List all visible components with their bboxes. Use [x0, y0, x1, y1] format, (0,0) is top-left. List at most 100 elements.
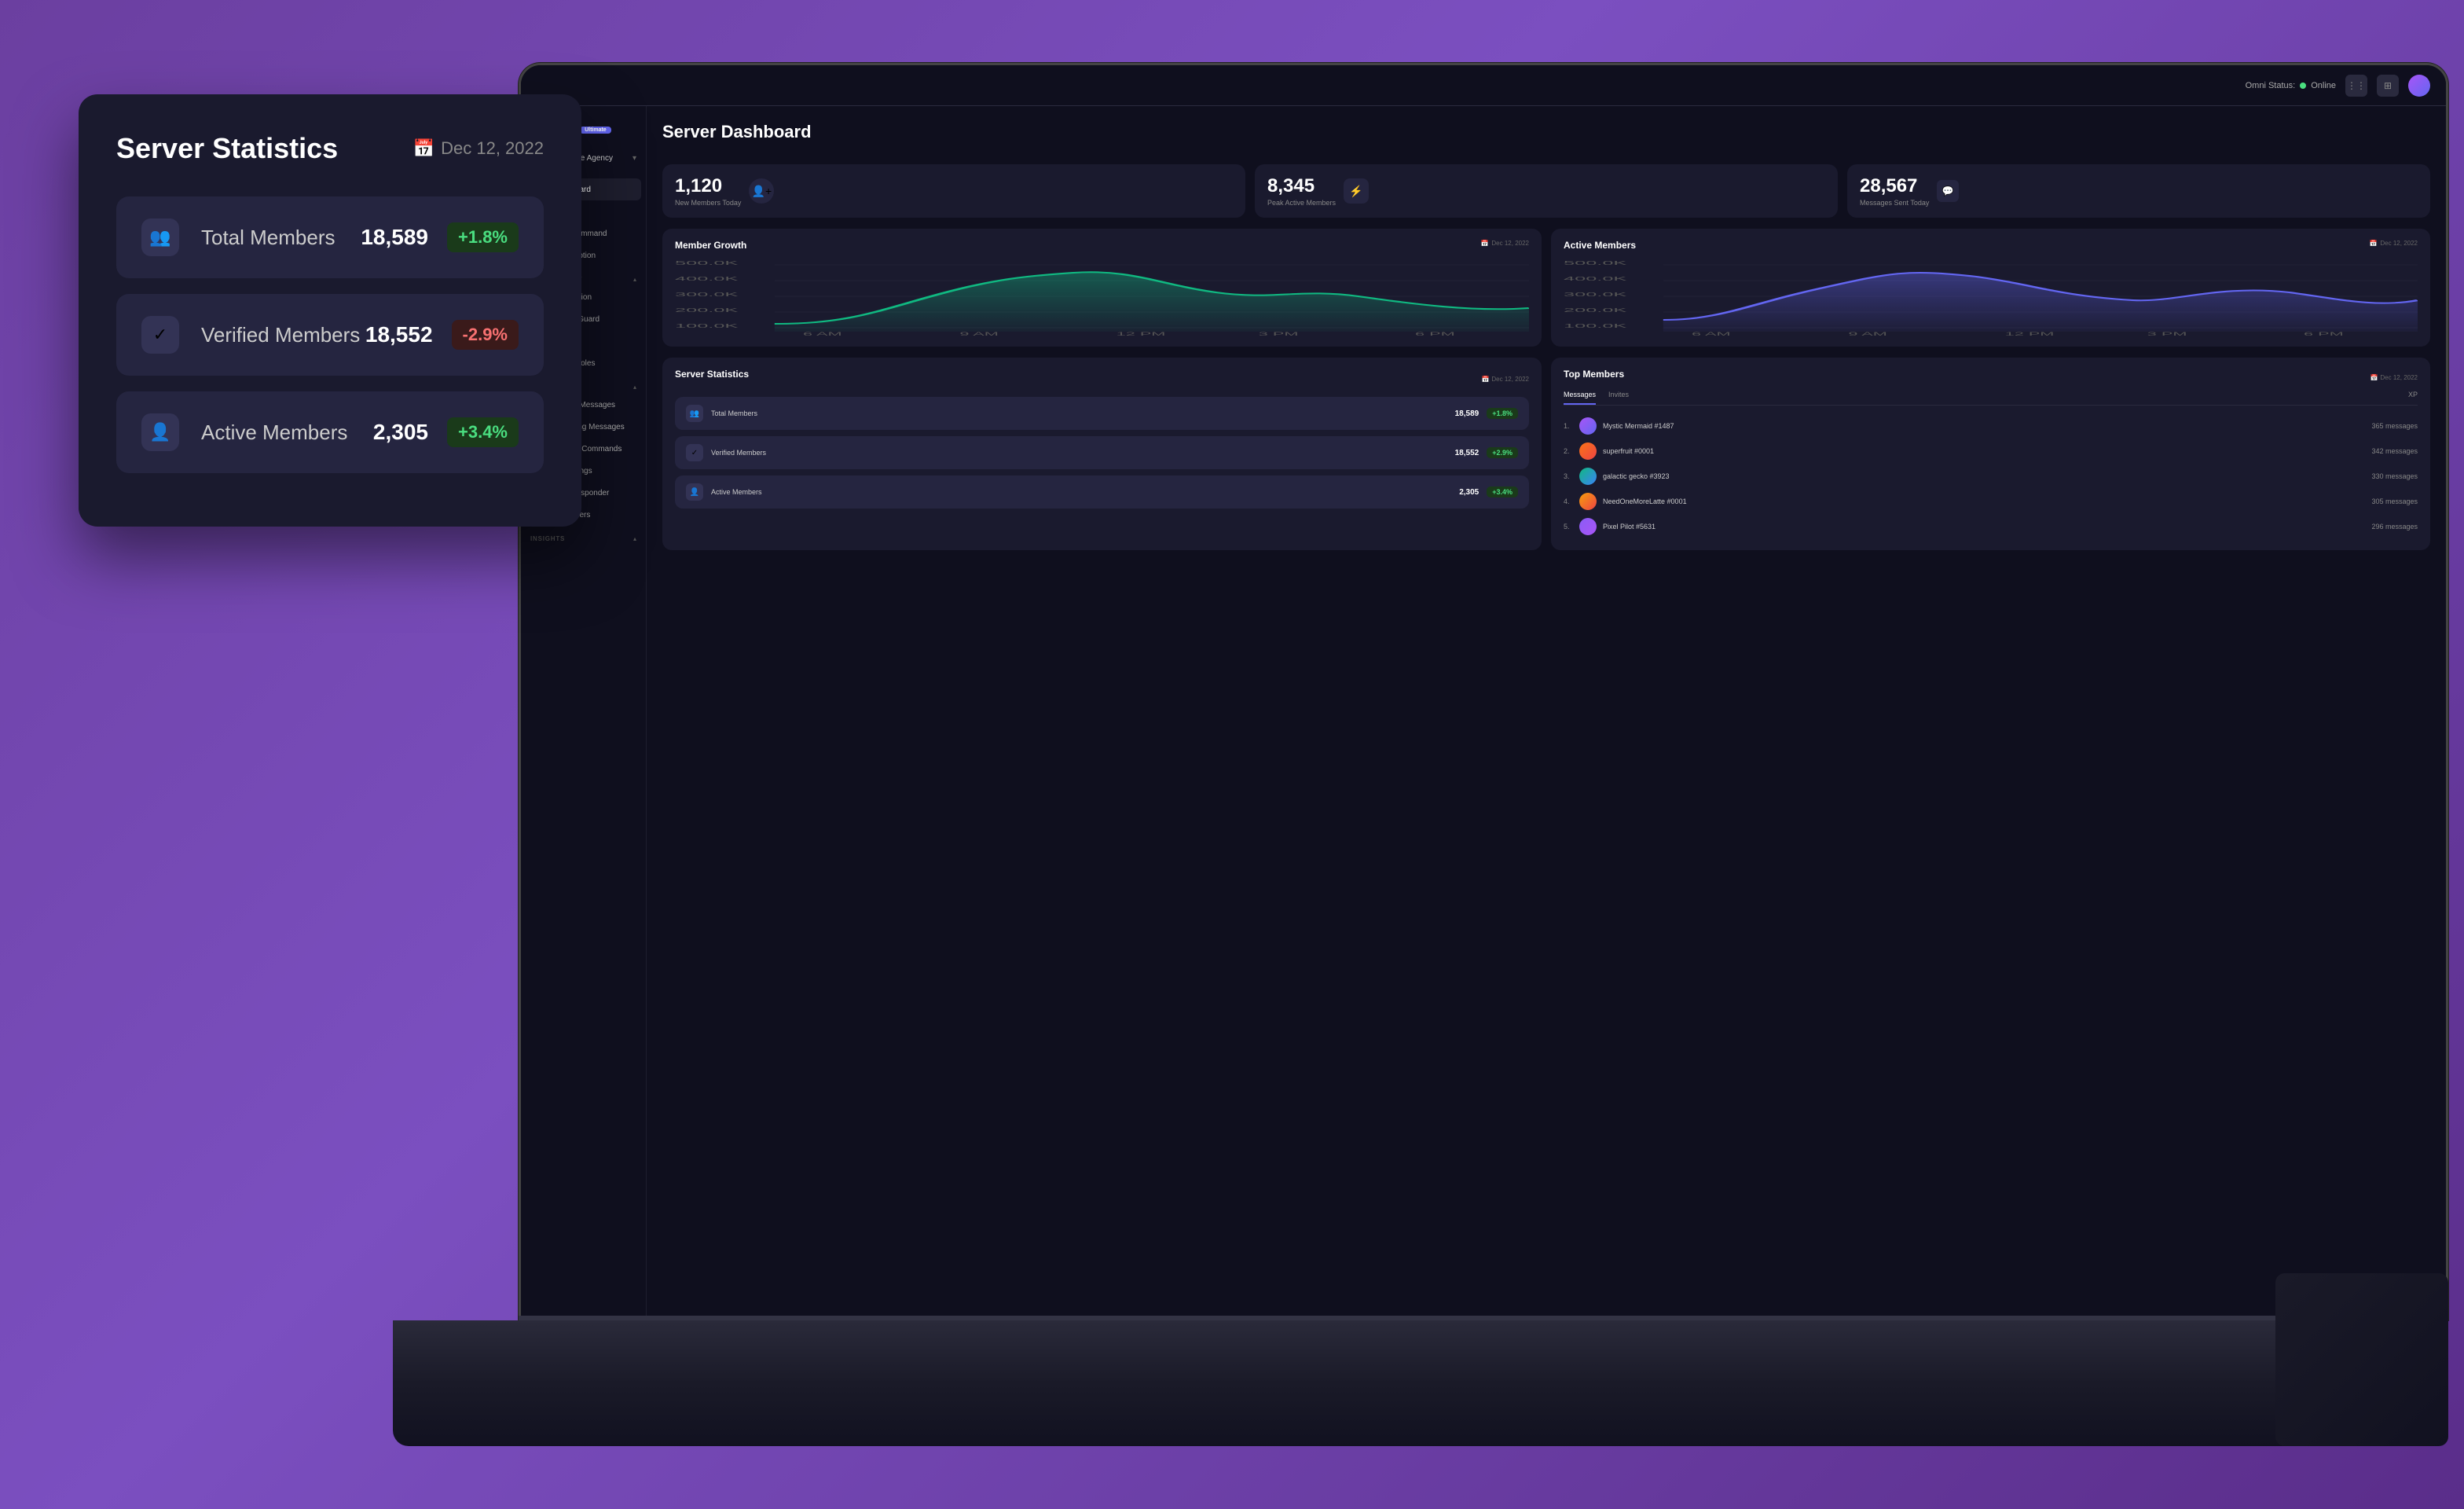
- server-stat-total-label: Total Members: [711, 409, 1455, 417]
- member-row-2: 2. superfruit #0001 342 messages: [1564, 439, 2418, 464]
- active-members-icon: 👤: [141, 413, 179, 451]
- tab-xp[interactable]: XP: [2408, 391, 2418, 405]
- stat-card-peak: 8,345 Peak Active Members ⚡: [1255, 164, 1838, 218]
- laptop-screen: Omni Status: Online ⋮⋮ ⊞: [519, 63, 2448, 1320]
- charts-row: Member Growth 📅 Dec 12, 2022: [662, 229, 2430, 347]
- floating-card-date: 📅 Dec 12, 2022: [413, 138, 544, 159]
- stat-card-messages: 28,567 Messages Sent Today 💬: [1847, 164, 2430, 218]
- top-members-title: Top Members: [1564, 369, 1624, 380]
- new-members-value: 1,120: [675, 175, 741, 197]
- member-stat-3: 330 messages: [2371, 472, 2418, 480]
- stat-card-new-members: 1,120 New Members Today 👤+: [662, 164, 1245, 218]
- server-stat-verified-label: Verified Members: [711, 449, 1455, 457]
- verified-members-badge: -2.9%: [452, 320, 519, 350]
- calendar-icon: 📅: [413, 138, 434, 159]
- insights-section-header: INSIGHTS ▴: [521, 526, 646, 545]
- rank-2: 2.: [1564, 447, 1573, 455]
- top-members-card: Top Members 📅 Dec 12, 2022 Messages Invi…: [1551, 358, 2430, 550]
- new-members-label: New Members Today: [675, 199, 741, 207]
- utilities-collapse-icon[interactable]: ▴: [633, 384, 636, 391]
- dashboard-main: Server Dashboard 1,120 New Members Today…: [647, 106, 2446, 1318]
- calendar-icon-3: 📅: [1481, 376, 1489, 383]
- status-dot: [2300, 83, 2306, 89]
- svg-text:500.0K: 500.0K: [675, 260, 739, 266]
- member-row-3: 3. galactic gecko #3923 330 messages: [1564, 464, 2418, 489]
- svg-text:3 PM: 3 PM: [1259, 332, 1299, 336]
- server-stat-verified-icon: ✓: [686, 444, 703, 461]
- grid-icon[interactable]: ⊞: [2377, 75, 2399, 97]
- svg-text:100.0K: 100.0K: [1564, 323, 1627, 329]
- status-text: Omni Status:: [2246, 81, 2296, 90]
- member-stat-1: 365 messages: [2371, 422, 2418, 430]
- avatar-4: [1579, 493, 1597, 510]
- member-stat-2: 342 messages: [2371, 447, 2418, 455]
- active-members-value: 2,305: [373, 420, 428, 445]
- verified-members-value: 18,552: [365, 322, 433, 347]
- peak-members-value: 8,345: [1267, 175, 1336, 197]
- stat-row-active: 👤 Active Members 2,305 +3.4%: [116, 391, 544, 473]
- active-members-label: Active Members: [201, 420, 373, 445]
- user-avatar[interactable]: [2408, 75, 2430, 97]
- member-name-1: Mystic Mermaid #1487: [1603, 422, 2365, 430]
- server-stat-active-value: 2,305: [1459, 488, 1479, 497]
- insights-label: INSIGHTS: [530, 535, 565, 542]
- laptop-wrapper: Omni Status: Online ⋮⋮ ⊞: [393, 63, 2448, 1446]
- avatar-1: [1579, 417, 1597, 435]
- topbar: Omni Status: Online ⋮⋮ ⊞: [521, 65, 2446, 106]
- dashboard-title: Server Dashboard: [662, 122, 812, 142]
- member-row-5: 5. Pixel Pilot #5631 296 messages: [1564, 514, 2418, 539]
- messages-value: 28,567: [1860, 175, 1929, 197]
- server-chevron-icon: ▾: [632, 154, 636, 163]
- total-members-label: Total Members: [201, 226, 361, 250]
- bottom-row: Server Statistics 📅 Dec 12, 2022 👥 Total…: [662, 358, 2430, 550]
- svg-text:6 PM: 6 PM: [1415, 332, 1455, 336]
- tab-invites[interactable]: Invites: [1608, 391, 1629, 405]
- member-stat-4: 305 messages: [2371, 497, 2418, 505]
- svg-text:500.0K: 500.0K: [1564, 260, 1627, 266]
- server-stats-date: 📅 Dec 12, 2022: [1481, 376, 1529, 383]
- svg-text:400.0K: 400.0K: [675, 276, 739, 282]
- peak-icon: ⚡: [1344, 178, 1369, 204]
- server-stat-verified-badge: +2.9%: [1487, 447, 1518, 458]
- member-growth-date: 📅 Dec 12, 2022: [1480, 240, 1529, 247]
- members-tabs: Messages Invites XP: [1564, 391, 2418, 406]
- app-logo-badge: Ultimate: [580, 127, 611, 134]
- rank-1: 1.: [1564, 422, 1573, 430]
- svg-text:12 PM: 12 PM: [1116, 332, 1166, 336]
- svg-text:200.0K: 200.0K: [675, 307, 739, 314]
- member-name-2: superfruit #0001: [1603, 447, 2365, 455]
- verified-members-icon: ✓: [141, 316, 179, 354]
- server-stat-total: 👥 Total Members 18,589 +1.8%: [675, 397, 1529, 430]
- svg-text:300.0K: 300.0K: [675, 292, 739, 298]
- active-members-chart: Active Members 📅 Dec 12, 2022: [1551, 229, 2430, 347]
- notification-icon[interactable]: ⋮⋮: [2345, 75, 2367, 97]
- svg-text:400.0K: 400.0K: [1564, 276, 1627, 282]
- member-name-3: galactic gecko #3923: [1603, 472, 2365, 480]
- server-stat-active-icon: 👤: [686, 483, 703, 501]
- floating-card-title: Server Statistics: [116, 132, 338, 165]
- member-growth-area: 500.0K 400.0K 300.0K 200.0K 100.0K: [675, 257, 1529, 336]
- active-members-badge: +3.4%: [447, 417, 519, 447]
- calendar-icon: 📅: [1480, 240, 1488, 247]
- rank-5: 5.: [1564, 523, 1573, 531]
- status-value: Online: [2311, 81, 2336, 90]
- tab-messages[interactable]: Messages: [1564, 391, 1596, 405]
- svg-text:100.0K: 100.0K: [675, 323, 739, 329]
- insights-collapse-icon[interactable]: ▴: [633, 535, 636, 542]
- active-members-chart-title: Active Members: [1564, 240, 2418, 251]
- svg-text:3 PM: 3 PM: [2147, 332, 2187, 336]
- dock-area: [519, 1320, 2448, 1446]
- server-stat-verified: ✓ Verified Members 18,552 +2.9%: [675, 436, 1529, 469]
- management-collapse-icon[interactable]: ▴: [633, 276, 636, 283]
- new-members-icon: 👤+: [749, 178, 774, 204]
- total-members-value: 18,589: [361, 225, 428, 250]
- calendar-icon-4: 📅: [2370, 374, 2378, 381]
- server-stat-total-value: 18,589: [1455, 409, 1480, 418]
- member-row-1: 1. Mystic Mermaid #1487 365 messages: [1564, 413, 2418, 439]
- main-content: omni Ultimate 😊 Goodface Agency ▾ ⊞: [521, 106, 2446, 1318]
- floating-stats-card: Server Statistics 📅 Dec 12, 2022 👥 Total…: [79, 94, 581, 527]
- rank-3: 3.: [1564, 472, 1573, 480]
- svg-text:6 AM: 6 AM: [803, 332, 842, 336]
- member-name-4: NeedOneMoreLatte #0001: [1603, 497, 2365, 505]
- member-growth-title: Member Growth: [675, 240, 1529, 251]
